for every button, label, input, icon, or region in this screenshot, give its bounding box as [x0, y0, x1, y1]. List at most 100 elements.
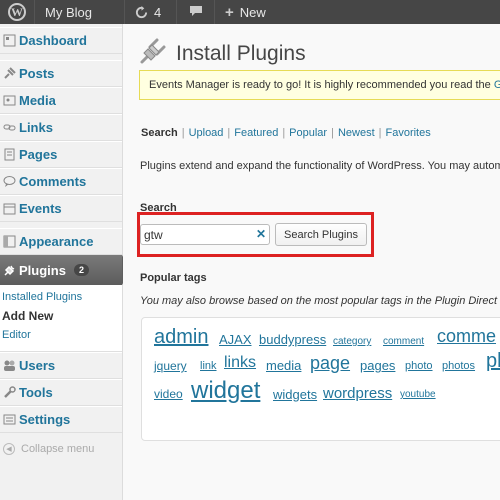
sidebar-label: Settings [19, 412, 71, 427]
sidebar-item-events[interactable]: Events [0, 195, 122, 222]
comments-icon [2, 175, 16, 189]
sidebar-label: Pages [19, 147, 58, 162]
site-name-label: My Blog [45, 4, 92, 20]
page-title: Install Plugins [138, 36, 306, 71]
page-title-text: Install Plugins [176, 41, 306, 65]
sidebar-label: Links [19, 120, 53, 135]
collapse-menu-button[interactable]: ◀ Collapse menu [0, 443, 122, 455]
sidebar-item-tools[interactable]: Tools [0, 379, 122, 406]
sidebar-label: Plugins [19, 262, 66, 278]
tag-link[interactable]: youtube [400, 389, 436, 400]
sidebar-label: Appearance [19, 234, 94, 249]
dashboard-icon [2, 34, 16, 48]
tag-link[interactable]: links [224, 354, 256, 372]
plugins-update-badge: 2 [73, 264, 89, 276]
wp-admin-screen: W My Blog 4 + New Dashboard Posts Media … [0, 0, 500, 500]
plus-icon: + [225, 3, 234, 21]
sidebar-item-appearance[interactable]: Appearance [0, 228, 122, 255]
tag-link[interactable]: admin [154, 326, 208, 349]
tag-link[interactable]: pages [360, 358, 395, 373]
install-tabs: Search | Upload | Featured | Popular | Newest | Fa… [141, 127, 431, 139]
tag-link[interactable]: widgets [273, 387, 317, 402]
tag-link[interactable]: pl [486, 350, 500, 373]
refresh-icon [135, 5, 148, 19]
sidebar-label: Dashboard [19, 33, 87, 48]
plug-icon [2, 263, 16, 277]
sidebar-label: Users [19, 358, 56, 373]
admin-sidebar: Dashboard Posts Media Links Pages Commen… [0, 24, 130, 500]
sidebar-label: Events [19, 201, 62, 216]
notice-text: Events Manager is ready to go! It is hig… [149, 79, 494, 91]
tag-link[interactable]: buddypress [259, 332, 326, 347]
collapse-menu-label: Collapse menu [21, 443, 95, 455]
sidebar-item-users[interactable]: Users [0, 352, 122, 379]
tag-link[interactable]: AJAX [219, 332, 252, 347]
plugins-description: Plugins extend and expand the functional… [140, 160, 500, 172]
sidebar-item-pages[interactable]: Pages [0, 141, 122, 168]
submenu-installed-plugins[interactable]: Installed Plugins [2, 288, 122, 307]
tag-link[interactable]: comme [437, 326, 496, 347]
links-icon [2, 121, 16, 135]
popular-tags-description: You may also browse based on the most po… [140, 295, 498, 307]
main-content: Install Plugins Events Manager is ready … [123, 24, 500, 500]
sidebar-label: Media [19, 93, 56, 108]
events-manager-notice: Events Manager is ready to go! It is hig… [139, 70, 500, 100]
updates-count: 4 [154, 4, 162, 20]
new-label: New [239, 4, 266, 20]
sidebar-label: Posts [19, 66, 55, 81]
plugins-submenu: Installed Plugins Add New Editor [0, 285, 122, 352]
admin-bar-comments[interactable] [177, 0, 215, 24]
sidebar-item-plugins[interactable]: Plugins 2 [0, 255, 130, 285]
comment-bubble-icon [189, 5, 203, 20]
tab-newest[interactable]: Newest [338, 127, 375, 139]
tag-link[interactable]: video [154, 387, 183, 401]
tag-link[interactable]: jquery [154, 359, 187, 373]
sidebar-item-media[interactable]: Media [0, 87, 122, 114]
tab-popular[interactable]: Popular [289, 127, 327, 139]
page-icon [2, 148, 16, 162]
admin-bar-site-name[interactable]: My Blog [35, 0, 125, 24]
tag-link[interactable]: comment [383, 336, 424, 347]
sidebar-label: Comments [19, 174, 87, 189]
admin-bar-updates[interactable]: 4 [125, 0, 177, 24]
tools-icon [2, 386, 16, 400]
tag-link[interactable]: media [266, 358, 301, 373]
search-plugins-button[interactable]: Search Plugins [275, 223, 367, 246]
media-icon [2, 94, 16, 108]
tag-link[interactable]: photo [405, 360, 433, 372]
sidebar-item-links[interactable]: Links [0, 114, 122, 141]
sidebar-item-dashboard[interactable]: Dashboard [0, 27, 122, 54]
users-icon [2, 359, 16, 373]
sidebar-item-posts[interactable]: Posts [0, 60, 122, 87]
sidebar-item-comments[interactable]: Comments [0, 168, 122, 195]
wordpress-logo-icon: W [8, 3, 26, 21]
tag-link[interactable]: page [310, 353, 350, 374]
sidebar-item-settings[interactable]: Settings [0, 406, 122, 433]
sidebar-label: Tools [19, 385, 53, 400]
settings-icon [2, 413, 16, 427]
tab-upload[interactable]: Upload [189, 127, 224, 139]
tab-featured[interactable]: Featured [234, 127, 278, 139]
tag-link[interactable]: link [200, 360, 217, 372]
admin-bar: W My Blog 4 + New [0, 0, 500, 24]
collapse-arrow-icon: ◀ [3, 443, 15, 455]
tag-link[interactable]: widget [191, 377, 260, 405]
appearance-icon [2, 235, 16, 249]
admin-bar-wp-logo[interactable]: W [0, 0, 35, 24]
tag-cloud: admin AJAX buddypress category comment c… [141, 317, 500, 441]
tag-link[interactable]: category [333, 336, 371, 347]
notice-link[interactable]: Ge [494, 79, 500, 91]
submenu-add-new[interactable]: Add New [2, 307, 122, 326]
plugin-plug-icon [138, 36, 168, 71]
plugin-search-input[interactable] [140, 224, 270, 245]
submenu-editor[interactable]: Editor [2, 326, 122, 345]
pin-icon [2, 67, 16, 81]
tag-link[interactable]: photos [442, 360, 475, 372]
calendar-icon [2, 202, 16, 216]
clear-search-icon[interactable]: ✕ [256, 227, 266, 241]
tab-favorites[interactable]: Favorites [386, 127, 431, 139]
popular-tags-label: Popular tags [140, 272, 207, 284]
tab-search[interactable]: Search [141, 127, 178, 139]
admin-bar-new[interactable]: + New [215, 0, 276, 24]
tag-link[interactable]: wordpress [323, 385, 392, 402]
